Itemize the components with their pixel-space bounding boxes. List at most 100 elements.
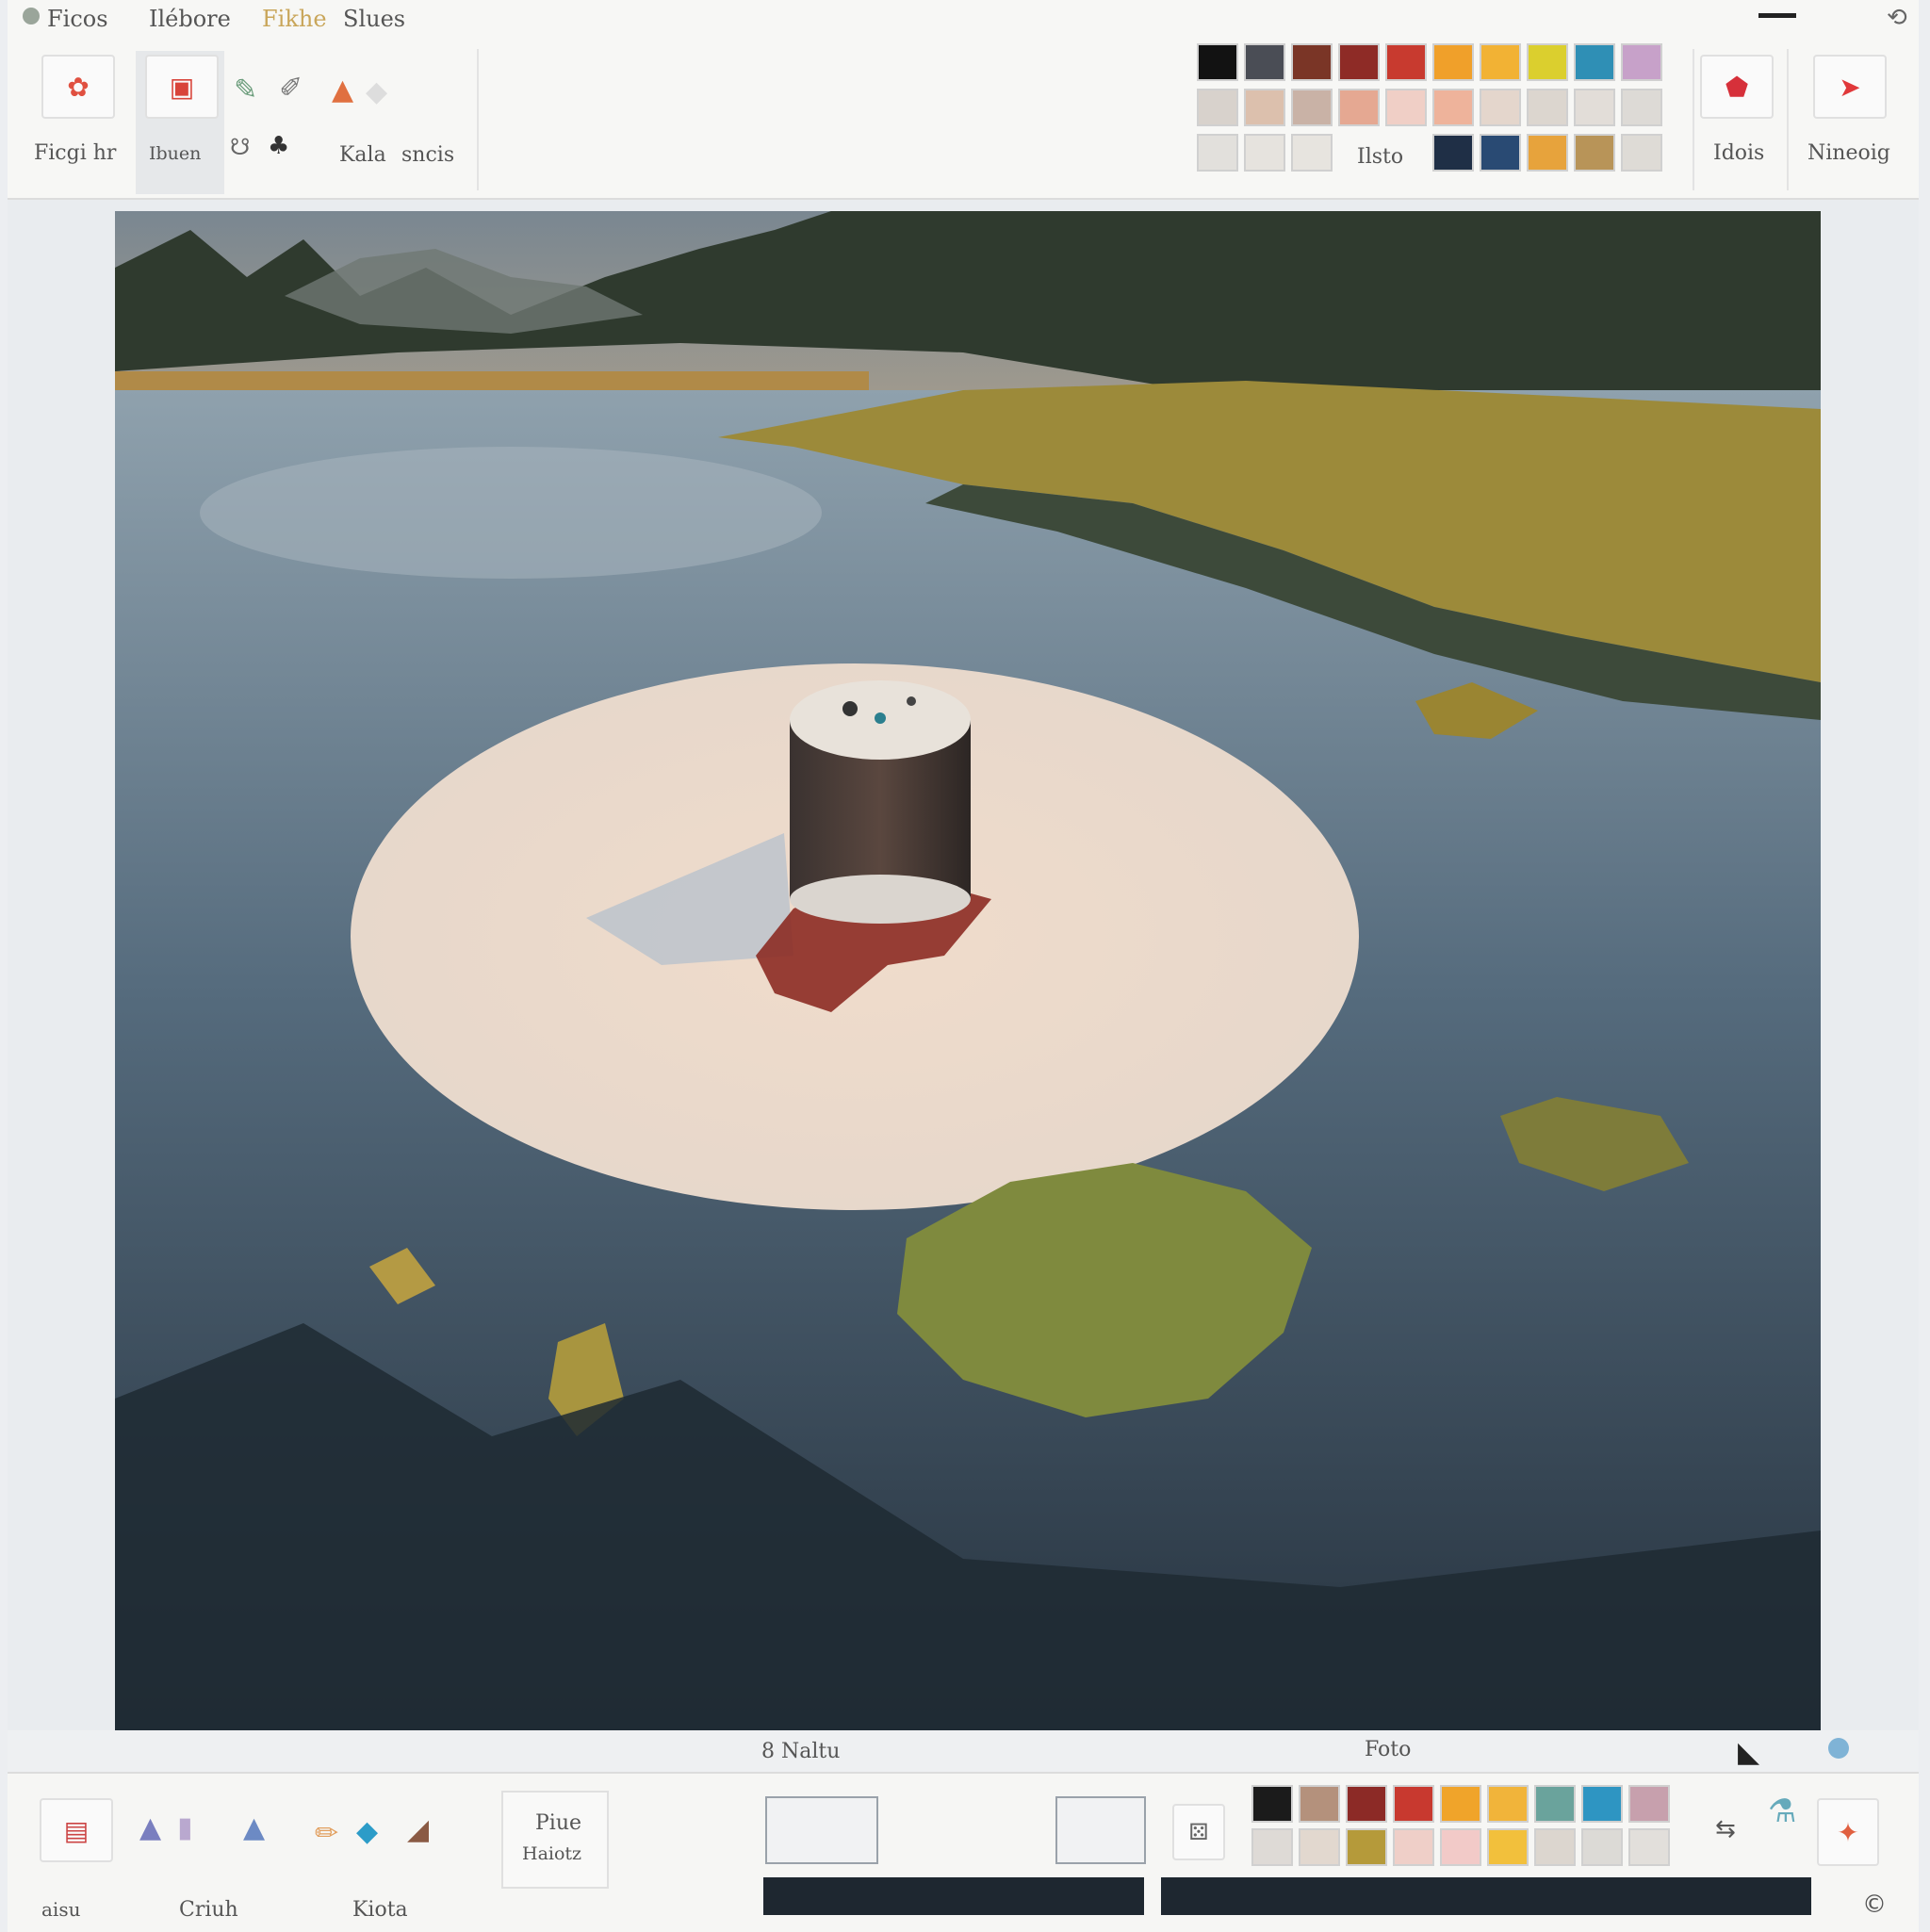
color-swatch[interactable] — [1432, 89, 1474, 126]
color-swatch[interactable] — [1244, 134, 1285, 172]
color-swatch[interactable] — [1346, 1785, 1387, 1823]
layers-icon: ▤ — [63, 1814, 90, 1846]
app-logo-icon — [23, 8, 40, 25]
color-swatch[interactable] — [1251, 1828, 1293, 1866]
ribbon-label-4: sncis — [401, 143, 455, 167]
color-swatch[interactable] — [1251, 1785, 1293, 1823]
export-button[interactable]: ✦ — [1817, 1798, 1879, 1866]
color-swatch[interactable] — [1346, 1828, 1387, 1866]
layers-button[interactable]: ▤ — [40, 1798, 113, 1862]
color-swatch[interactable] — [1480, 89, 1521, 126]
palette-picker-button[interactable]: ⚄ — [1172, 1804, 1225, 1860]
color-swatch[interactable] — [1628, 1785, 1670, 1823]
color-swatch[interactable] — [1385, 43, 1427, 81]
shape-icon[interactable]: ☋ — [230, 134, 250, 160]
color-swatch[interactable] — [1534, 1828, 1576, 1866]
color-swatch[interactable] — [1574, 134, 1615, 172]
pencil-icon[interactable]: ✏ — [315, 1817, 338, 1850]
spray-icon[interactable]: ♣ — [268, 132, 289, 160]
menu-item-1[interactable]: Ficos — [47, 6, 108, 32]
dropper-icon[interactable]: ⚗ — [1768, 1793, 1796, 1830]
marker-icon[interactable]: ▲ — [332, 74, 353, 106]
brush-icon: ✿ — [67, 71, 90, 103]
dice-icon: ⚄ — [1188, 1819, 1209, 1845]
edit-colors-button[interactable]: ⬟ — [1700, 55, 1774, 119]
color-swatch[interactable] — [1480, 43, 1521, 81]
menu-item-2[interactable]: Ilébore — [149, 6, 231, 32]
preset-panel[interactable] — [501, 1791, 609, 1889]
ribbon-right-label-1: Idois — [1713, 141, 1765, 165]
primary-color-field[interactable] — [765, 1796, 878, 1864]
lid-splatter-2 — [875, 712, 886, 724]
ribbon-label-2: Ibuen — [149, 143, 202, 164]
color-swatch[interactable] — [1628, 1828, 1670, 1866]
zoom-handle-icon[interactable]: ◣ — [1738, 1736, 1759, 1769]
color-swatch[interactable] — [1393, 1828, 1434, 1866]
color-swatch[interactable] — [1291, 43, 1333, 81]
ribbon-separator-3 — [1787, 49, 1789, 190]
painting-canvas[interactable] — [115, 211, 1821, 1730]
color-swatch[interactable] — [1440, 1828, 1481, 1866]
color-swatch[interactable] — [1487, 1785, 1529, 1823]
ai-tool-button[interactable]: ➤ — [1813, 55, 1887, 119]
swap-icon[interactable]: ⇆ — [1715, 1815, 1736, 1843]
color-swatch[interactable] — [1197, 89, 1238, 126]
color-swatch[interactable] — [1487, 1828, 1529, 1866]
secondary-color-field[interactable] — [1055, 1796, 1146, 1864]
menu-bar: Ficos Ilébore Fikhe Slues ⟲ — [8, 0, 1919, 40]
color-swatch[interactable] — [1621, 89, 1662, 126]
minimize-button[interactable] — [1758, 13, 1796, 18]
color-swatch[interactable] — [1534, 1785, 1576, 1823]
color-swatch[interactable] — [1581, 1828, 1623, 1866]
ribbon-label-1: Ficgi hr — [34, 141, 117, 165]
color-swatch[interactable] — [1432, 43, 1474, 81]
bottom-label-4: Piue — [535, 1811, 582, 1835]
menu-item-4[interactable]: Slues — [343, 6, 405, 32]
color-swatch[interactable] — [1432, 134, 1474, 172]
color-swatch[interactable] — [1527, 43, 1568, 81]
crystal-icon[interactable]: ▲ — [139, 1811, 161, 1844]
brush-size-slider[interactable] — [763, 1877, 1144, 1915]
color-swatch[interactable] — [1338, 43, 1380, 81]
scroll-indicator[interactable] — [1828, 1738, 1849, 1759]
smudge-icon[interactable]: ◢ — [407, 1813, 429, 1846]
bucket-icon: ▣ — [169, 71, 195, 103]
color-swatch[interactable] — [1527, 134, 1568, 172]
feather-icon[interactable]: ✐ — [279, 72, 303, 105]
color-swatch[interactable] — [1581, 1785, 1623, 1823]
color-swatch[interactable] — [1197, 134, 1238, 172]
color-swatch[interactable] — [1440, 1785, 1481, 1823]
pen-icon[interactable]: ✎ — [234, 74, 257, 106]
triangle-icon[interactable]: ▲ — [243, 1811, 265, 1844]
bottom-toolbar: ▤ aisu ▲ ▮ ▲ Criuh ✏ ◆ ◢ Kiota Piue Haio… — [8, 1772, 1919, 1932]
far-shore — [115, 371, 869, 392]
brush-tool-button[interactable]: ✿ — [41, 55, 115, 119]
ribbon-label-3: Kala — [339, 143, 386, 167]
color-swatch[interactable] — [1244, 43, 1285, 81]
color-swatch[interactable] — [1527, 89, 1568, 126]
color-swatch[interactable] — [1291, 89, 1333, 126]
droplet-icon[interactable]: ◆ — [356, 1815, 378, 1848]
color-swatch[interactable] — [1299, 1785, 1340, 1823]
color-swatch[interactable] — [1244, 89, 1285, 126]
color-swatch[interactable] — [1291, 134, 1333, 172]
color-swatch[interactable] — [1621, 43, 1662, 81]
color-swatch[interactable] — [1197, 43, 1238, 81]
fill-tool-button[interactable]: ▣ — [145, 55, 219, 119]
color-swatch[interactable] — [1480, 134, 1521, 172]
color-swatch[interactable] — [1385, 89, 1427, 126]
menu-item-3[interactable]: Fikhe — [262, 6, 327, 32]
reflection-light — [200, 447, 822, 579]
glass-icon[interactable]: ▮ — [177, 1811, 193, 1844]
settings-icon[interactable]: © — [1862, 1891, 1887, 1919]
color-swatch[interactable] — [1338, 89, 1380, 126]
color-swatch[interactable] — [1299, 1828, 1340, 1866]
opacity-slider[interactable] — [1161, 1877, 1811, 1915]
color-swatch[interactable] — [1393, 1785, 1434, 1823]
eraser-icon[interactable]: ◆ — [366, 75, 387, 108]
color-swatch[interactable] — [1574, 43, 1615, 81]
color-swatch[interactable] — [1574, 89, 1615, 126]
color-swatch[interactable] — [1621, 134, 1662, 172]
account-icon[interactable]: ⟲ — [1887, 4, 1907, 32]
ribbon-right-label-2: Nineoig — [1807, 141, 1890, 165]
